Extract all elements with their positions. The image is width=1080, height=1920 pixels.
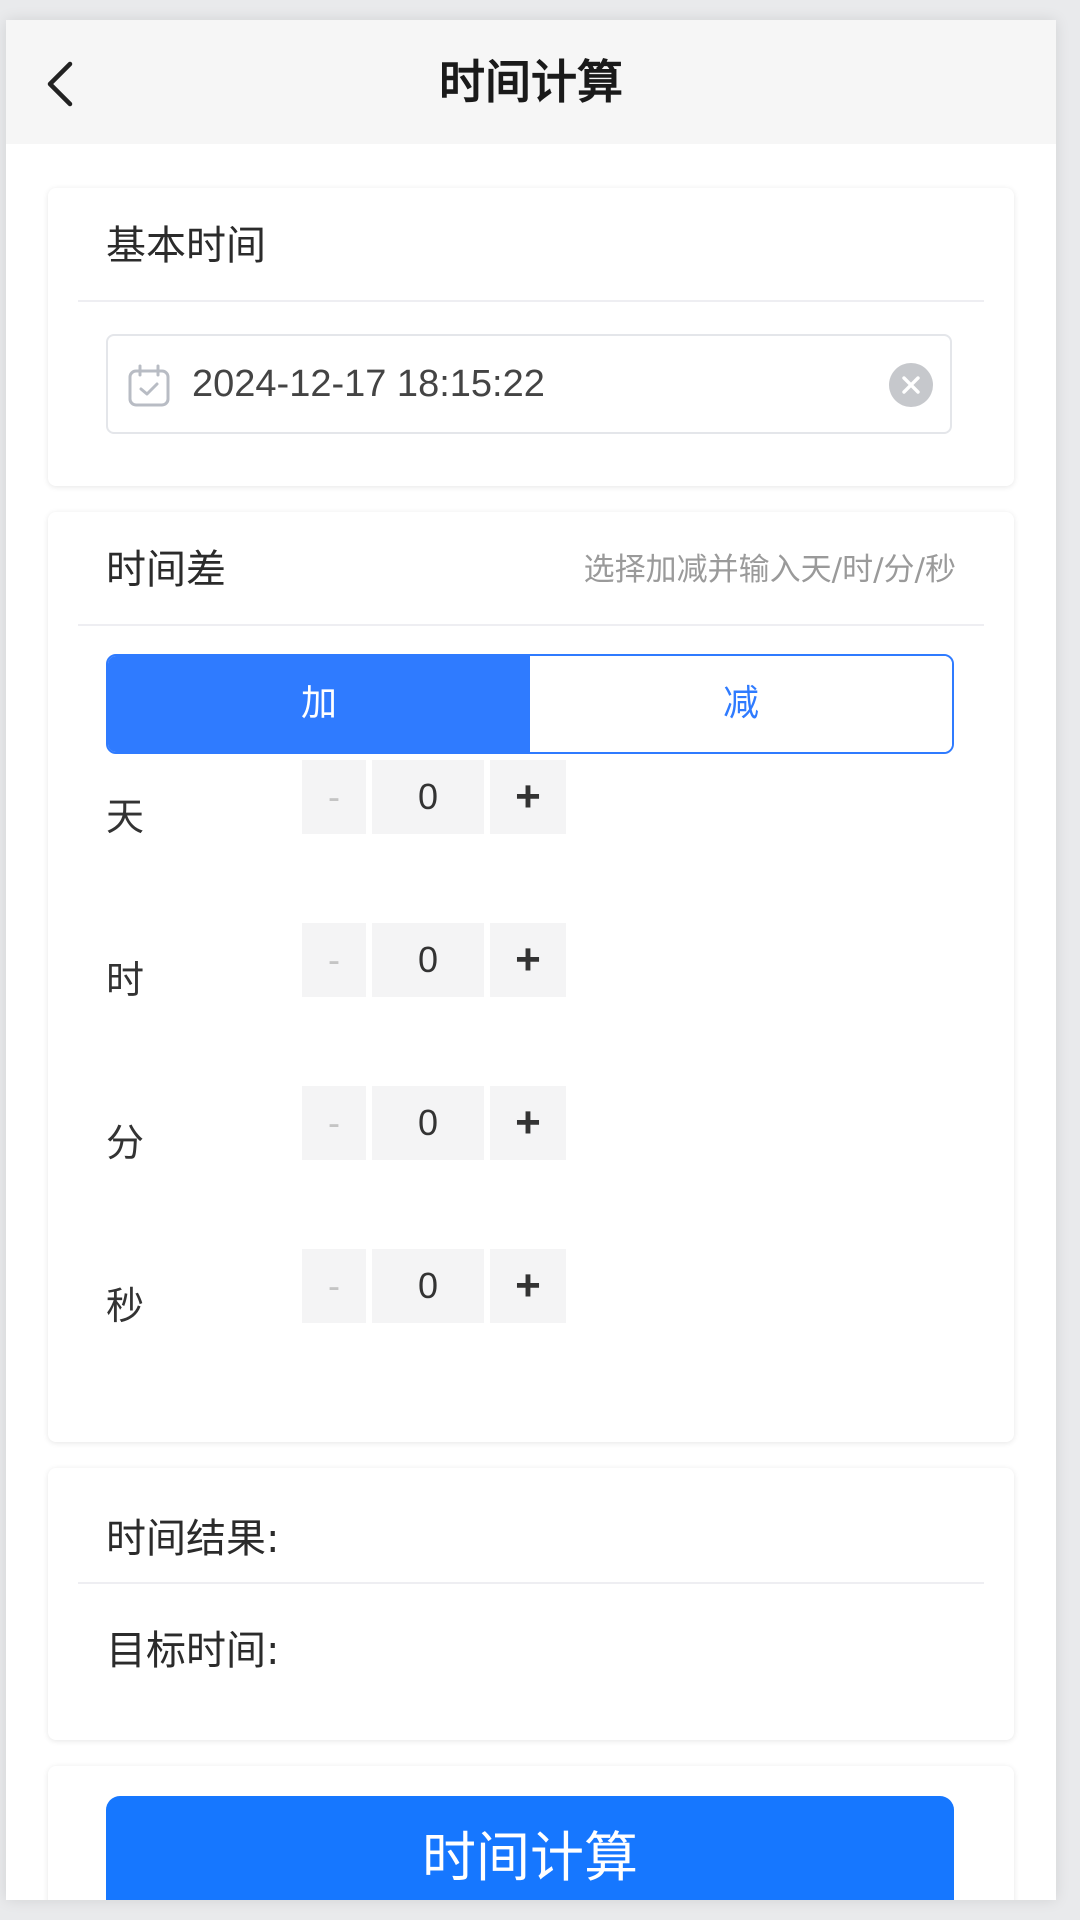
- clear-icon[interactable]: [888, 362, 934, 408]
- subtract-option[interactable]: 减: [530, 656, 952, 752]
- minutes-plus-button[interactable]: +: [490, 1086, 566, 1160]
- seconds-label: 秒: [106, 1284, 145, 1328]
- time-diff-header: 时间差 选择加减并输入天/时/分/秒: [78, 512, 984, 626]
- result-card: 时间结果: 目标时间:: [48, 1468, 1014, 1740]
- seconds-minus-button[interactable]: -: [302, 1249, 366, 1323]
- datetime-picker-field[interactable]: 2024-12-17 18:15:22: [106, 334, 952, 434]
- days-row: 天 - 0 +: [106, 760, 954, 880]
- base-time-title: 基本时间: [106, 223, 266, 269]
- target-time-label: 目标时间:: [106, 1628, 280, 1674]
- seconds-plus-button[interactable]: +: [490, 1249, 566, 1323]
- app-screen: 时间计算 基本时间 2024-12-17 18:15:22 时间差 选择加减并输: [6, 20, 1056, 1900]
- page-title: 时间计算: [439, 55, 623, 109]
- days-stepper: - 0 +: [302, 760, 566, 834]
- days-label: 天: [106, 795, 145, 839]
- base-time-card: 基本时间 2024-12-17 18:15:22: [48, 188, 1014, 486]
- minutes-label: 分: [106, 1121, 145, 1165]
- calculate-button[interactable]: 时间计算: [106, 1796, 954, 1900]
- seconds-stepper: - 0 +: [302, 1249, 566, 1323]
- hours-minus-button[interactable]: -: [302, 923, 366, 997]
- minutes-input[interactable]: 0: [372, 1086, 484, 1160]
- hours-stepper: - 0 +: [302, 923, 566, 997]
- days-minus-button[interactable]: -: [302, 760, 366, 834]
- minutes-row: 分 - 0 +: [106, 1086, 954, 1206]
- hours-input[interactable]: 0: [372, 923, 484, 997]
- days-plus-button[interactable]: +: [490, 760, 566, 834]
- seconds-row: 秒 - 0 +: [106, 1249, 954, 1369]
- base-time-header: 基本时间: [78, 188, 984, 302]
- calendar-icon: [128, 364, 170, 407]
- add-subtract-toggle[interactable]: 加 减: [106, 654, 954, 754]
- hours-plus-button[interactable]: +: [490, 923, 566, 997]
- minutes-minus-button[interactable]: -: [302, 1086, 366, 1160]
- minutes-stepper: - 0 +: [302, 1086, 566, 1160]
- time-diff-card: 时间差 选择加减并输入天/时/分/秒 加 减 天 - 0 + 时 - 0 + 分: [48, 512, 1014, 1442]
- time-diff-hint: 选择加减并输入天/时/分/秒: [583, 552, 956, 588]
- hours-label: 时: [106, 958, 145, 1002]
- nav-bar: 时间计算: [6, 20, 1056, 144]
- result-divider: [78, 1582, 984, 1584]
- time-result-label: 时间结果:: [106, 1516, 280, 1562]
- days-input[interactable]: 0: [372, 760, 484, 834]
- hours-row: 时 - 0 +: [106, 923, 954, 1043]
- seconds-input[interactable]: 0: [372, 1249, 484, 1323]
- datetime-value: 2024-12-17 18:15:22: [192, 363, 545, 405]
- time-diff-title: 时间差: [106, 547, 226, 593]
- action-card: 时间计算: [48, 1766, 1014, 1900]
- add-option[interactable]: 加: [108, 656, 530, 752]
